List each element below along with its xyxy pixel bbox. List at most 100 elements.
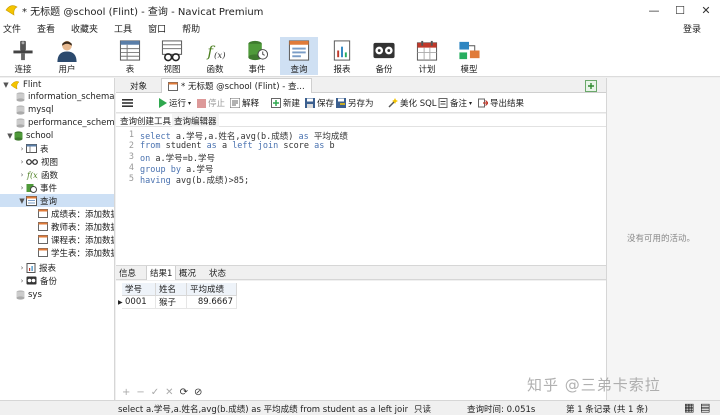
- report-icon: [26, 262, 36, 273]
- discard-icon[interactable]: ✕: [165, 387, 173, 398]
- tree-school-events[interactable]: › 事件: [18, 181, 57, 194]
- stop-button[interactable]: 停止: [197, 96, 225, 110]
- database-icon: [16, 289, 25, 300]
- toolbar-connection-button[interactable]: 连接: [4, 37, 42, 75]
- run-button[interactable]: 运行 ▾: [158, 96, 191, 110]
- login-link[interactable]: 登录: [683, 22, 701, 35]
- toolbar-function-button[interactable]: f (x) 函数: [196, 37, 234, 75]
- maximize-button[interactable]: ☐: [667, 0, 693, 20]
- toolbar-schedule-button[interactable]: 计划: [408, 37, 446, 75]
- column-header[interactable]: 平均成绩: [187, 283, 237, 296]
- table-icon: [119, 40, 141, 61]
- delete-record-icon[interactable]: −: [136, 387, 144, 398]
- chevron-down-icon[interactable]: ▼: [18, 197, 26, 205]
- toolbar-query-button[interactable]: 查询: [280, 37, 318, 75]
- navicat-app-icon: [4, 3, 18, 17]
- tab-objects[interactable]: 对象: [130, 78, 147, 93]
- column-header[interactable]: 学号: [122, 283, 156, 296]
- comment-button[interactable]: 备注 ▾: [438, 96, 472, 110]
- result-grid: 学号 姓名 平均成绩 ▶ 0001 猴子 89.6667: [116, 281, 606, 385]
- connection-icon: [10, 80, 20, 89]
- tree-db-mysql[interactable]: mysql: [16, 103, 54, 116]
- query-icon: [38, 235, 48, 244]
- query-icon: [26, 195, 37, 206]
- tree-school-queries[interactable]: ▼ 查询: [0, 194, 114, 207]
- tree-query-item[interactable]: 课程表：添加数据: [38, 233, 114, 246]
- tree-query-item[interactable]: 教师表：添加数据: [38, 220, 114, 233]
- tree-query-item[interactable]: 成绩表：添加数据: [38, 207, 114, 220]
- svg-text:f(x): f(x): [26, 171, 38, 180]
- status-query-time: 查询时间: 0.051s: [467, 405, 536, 415]
- chevron-down-icon[interactable]: ▼: [6, 132, 14, 140]
- table-cell[interactable]: 89.6667: [187, 296, 237, 309]
- column-header[interactable]: 姓名: [156, 283, 187, 296]
- export-icon: [478, 98, 488, 108]
- tab-status[interactable]: 状态: [206, 266, 229, 280]
- chevron-right-icon[interactable]: ›: [18, 277, 26, 285]
- minimize-button[interactable]: —: [641, 0, 667, 20]
- tree-db-performance-schema[interactable]: performance_schema: [16, 116, 114, 129]
- tree-query-item[interactable]: 学生表：添加数据: [38, 246, 114, 259]
- chevron-right-icon[interactable]: ›: [18, 145, 26, 153]
- export-result-button[interactable]: 导出结果: [478, 96, 524, 110]
- tree-school-functions[interactable]: › f(x) 函数: [18, 168, 58, 181]
- toolbar-user-button[interactable]: 用户: [48, 37, 86, 75]
- tree-db-school[interactable]: ▼ school: [6, 129, 53, 142]
- add-record-icon[interactable]: +: [122, 387, 130, 398]
- form-view-icon[interactable]: ▤: [700, 401, 710, 414]
- tree-school-views[interactable]: › 视图: [18, 155, 58, 168]
- tree-db-sys[interactable]: sys: [16, 288, 42, 301]
- table-cell[interactable]: 0001: [122, 296, 156, 309]
- beautify-sql-button[interactable]: 美化 SQL: [388, 96, 437, 110]
- tree-school-backups[interactable]: › 备份: [18, 274, 57, 287]
- refresh-icon[interactable]: ⟳: [180, 387, 188, 398]
- chevron-down-icon[interactable]: ▼: [2, 81, 10, 89]
- menu-tools[interactable]: 工具: [106, 22, 140, 35]
- chevron-right-icon[interactable]: ›: [18, 264, 26, 272]
- apply-icon[interactable]: ✓: [151, 387, 159, 398]
- stop-icon[interactable]: ⊘: [194, 387, 202, 398]
- chevron-right-icon[interactable]: ›: [18, 171, 26, 179]
- menu-favorites[interactable]: 收藏夹: [63, 22, 106, 35]
- menu-window[interactable]: 窗口: [140, 22, 174, 35]
- toolbar-table-button[interactable]: 表: [111, 37, 149, 75]
- toolbar-event-button[interactable]: 事件: [238, 37, 276, 75]
- tab-query-builder[interactable]: 查询创建工具: [118, 114, 173, 127]
- tab-query[interactable]: * 无标题 @school (Flint) - 查...: [161, 78, 312, 93]
- tab-query-editor[interactable]: 查询编辑器: [172, 114, 219, 127]
- menu-file[interactable]: 文件: [0, 22, 29, 35]
- status-record-count: 第 1 条记录 (共 1 条): [566, 405, 648, 415]
- toolbar-report-button[interactable]: 报表: [323, 37, 361, 75]
- tree-school-tables[interactable]: › 表: [18, 142, 49, 155]
- query-icon: [168, 81, 178, 91]
- line-number: 2: [128, 141, 134, 151]
- chevron-right-icon[interactable]: ›: [18, 158, 26, 166]
- database-icon: [16, 91, 25, 102]
- toolbar-model-button[interactable]: 模型: [450, 37, 488, 75]
- query-icon: [38, 248, 48, 257]
- menu-icon[interactable]: [122, 96, 133, 110]
- tree-school-reports[interactable]: › 报表: [18, 261, 56, 274]
- menu-help[interactable]: 帮助: [174, 22, 208, 35]
- menu-view[interactable]: 查看: [29, 22, 63, 35]
- window-title: * 无标题 @school (Flint) - 查询 - Navicat Pre…: [22, 6, 264, 18]
- explain-button[interactable]: 解释: [230, 96, 259, 110]
- stop-icon: [197, 98, 206, 108]
- tab-result-1[interactable]: 结果1: [146, 266, 177, 280]
- tab-profile[interactable]: 概况: [176, 266, 199, 280]
- toolbar-view-button[interactable]: 视图: [153, 37, 191, 75]
- tab-info[interactable]: 信息: [116, 266, 139, 280]
- close-button[interactable]: ✕: [693, 0, 719, 20]
- toolbar-backup-button[interactable]: 备份: [365, 37, 403, 75]
- sql-editor[interactable]: 1 2 3 4 5 select a.学号,a.姓名,avg(b.成绩) as …: [116, 127, 606, 265]
- sql-line: having avg(b.成绩)>85;: [140, 176, 250, 186]
- add-panel-icon[interactable]: [585, 80, 597, 95]
- save-button[interactable]: 保存: [305, 96, 334, 110]
- save-as-button[interactable]: 另存为: [336, 96, 374, 110]
- grid-view-icon[interactable]: ▦: [684, 401, 694, 414]
- new-query-button[interactable]: 新建: [271, 96, 300, 110]
- chevron-right-icon[interactable]: ›: [18, 184, 26, 192]
- backup-icon: [373, 42, 395, 59]
- tree-db-information-schema[interactable]: information_schema: [16, 90, 114, 103]
- table-cell[interactable]: 猴子: [156, 296, 187, 309]
